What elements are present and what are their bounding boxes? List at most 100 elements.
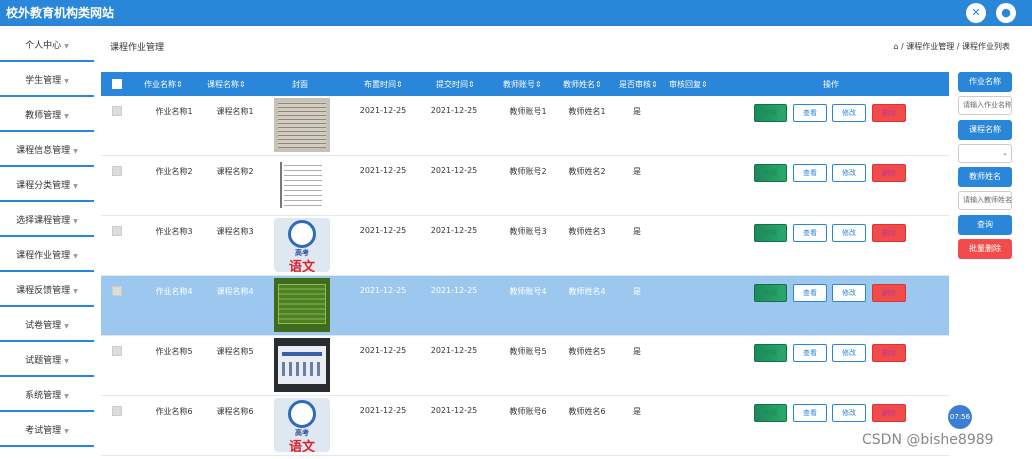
audit-button[interactable]: 审核: [754, 104, 787, 122]
edit-button[interactable]: 修改: [832, 404, 866, 422]
th-submitted-time[interactable]: 提交时间⇕: [436, 79, 475, 90]
row-checkbox[interactable]: [112, 106, 122, 116]
audit-button[interactable]: 审核: [754, 224, 787, 242]
course-name-select[interactable]: ⌄: [958, 144, 1012, 163]
th-teacher-account[interactable]: 教师账号⇕: [503, 79, 542, 90]
sidebar-item-personal-center[interactable]: 个人中心 ▼: [0, 30, 94, 62]
sidebar-item-label: 试题管理: [25, 356, 62, 366]
chevron-down-icon: ▼: [64, 113, 69, 120]
edit-button[interactable]: 修改: [832, 164, 866, 182]
view-button[interactable]: 查看: [793, 104, 827, 122]
cell-name: 教师姓名1: [568, 107, 606, 116]
cell-audit: 是: [633, 167, 641, 176]
chevron-down-icon: ▼: [73, 288, 78, 295]
edit-button[interactable]: 修改: [832, 344, 866, 362]
cell-course: 课程名称4: [216, 287, 254, 296]
cell-submitted: 2021-12-25: [430, 406, 478, 415]
cell-acct: 教师账号4: [509, 287, 547, 296]
delete-button[interactable]: 删除: [872, 104, 906, 122]
cell-assigned: 2021-12-25: [359, 106, 407, 115]
th-audit-reply[interactable]: 审核回复⇕: [669, 79, 708, 90]
table-row[interactable]: 作业名称3 课程名称3 2021-12-25 2021-12-25 教师账号3 教师姓名3…: [101, 216, 949, 276]
chevron-down-icon: ▼: [64, 428, 69, 435]
cover-image: [274, 98, 330, 152]
table-row[interactable]: 作业名称4 课程名称4 2021-12-25 2021-12-25 教师账号4 教师姓名4…: [101, 276, 949, 336]
app-title: 校外教育机构类网站: [6, 6, 115, 20]
delete-button[interactable]: 删除: [872, 284, 906, 302]
watermark: CSDN @bishe8989: [862, 432, 994, 448]
sidebar-item-students[interactable]: 学生管理 ▼: [0, 65, 94, 97]
th-actions: 操作: [823, 80, 839, 89]
th-teacher-name[interactable]: 教师姓名⇕: [563, 79, 602, 90]
sidebar-item-system[interactable]: 系统管理 ▼: [0, 380, 94, 412]
cover-image: [274, 278, 330, 332]
cell-name: 教师姓名6: [568, 407, 606, 416]
row-checkbox[interactable]: [112, 166, 122, 176]
table-row[interactable]: 作业名称6 课程名称6 2021-12-25 2021-12-25 教师账号6 教师姓名6…: [101, 396, 949, 456]
table-row[interactable]: 作业名称1 课程名称1 2021-12-25 2021-12-25 教师账号1 教师姓名1…: [101, 96, 949, 156]
cover-image: 高考 语文: [274, 398, 330, 452]
teacher-name-label: 教师姓名: [958, 167, 1012, 187]
home-icon[interactable]: ⌂: [893, 42, 898, 51]
view-button[interactable]: 查看: [793, 284, 827, 302]
audit-button[interactable]: 审核: [754, 164, 787, 182]
cell-acct: 教师账号2: [509, 167, 547, 176]
sidebar-item-questions[interactable]: 试题管理 ▼: [0, 345, 94, 377]
audit-button[interactable]: 审核: [754, 404, 787, 422]
sidebar-item-label: 课程作业管理: [16, 251, 71, 261]
chevron-down-icon: ▼: [64, 358, 69, 365]
view-button[interactable]: 查看: [793, 404, 827, 422]
row-checkbox[interactable]: [112, 346, 122, 356]
sidebar-item-course-selection[interactable]: 选择课程管理 ▼: [0, 205, 94, 237]
sidebar-item-course-info[interactable]: 课程信息管理 ▼: [0, 135, 94, 167]
homework-name-input[interactable]: 请输入作业名称: [958, 96, 1012, 115]
sidebar-item-papers[interactable]: 试卷管理 ▼: [0, 310, 94, 342]
cell-assigned: 2021-12-25: [359, 166, 407, 175]
cell-audit: 是: [633, 347, 641, 356]
sidebar-item-teachers[interactable]: 教师管理 ▼: [0, 100, 94, 132]
cell-submitted: 2021-12-25: [430, 106, 478, 115]
view-button[interactable]: 查看: [793, 224, 827, 242]
th-course-name[interactable]: 课程名称⇕: [207, 79, 246, 90]
chevron-down-icon: ▼: [64, 393, 69, 400]
edit-button[interactable]: 修改: [832, 284, 866, 302]
th-audited[interactable]: 是否审核⇕: [619, 79, 658, 90]
teacher-name-input[interactable]: 请输入教师姓名: [958, 191, 1012, 210]
audit-button[interactable]: 审核: [754, 284, 787, 302]
floating-clock[interactable]: 07:56: [948, 405, 972, 429]
user-icon[interactable]: ●: [996, 3, 1016, 23]
th-homework-name[interactable]: 作业名称⇕: [144, 79, 183, 90]
cell-name: 教师姓名5: [568, 347, 606, 356]
sidebar-item-homework[interactable]: 课程作业管理 ▼: [0, 240, 94, 272]
chevron-down-icon: ▼: [73, 253, 78, 260]
sidebar-item-exams[interactable]: 考试管理 ▼: [0, 415, 94, 447]
view-button[interactable]: 查看: [793, 164, 827, 182]
select-all-checkbox[interactable]: [112, 79, 122, 89]
table-row[interactable]: 作业名称2 课程名称2 2021-12-25 2021-12-25 教师账号2 教师姓名2…: [101, 156, 949, 216]
row-checkbox[interactable]: [112, 226, 122, 236]
cell-course: 课程名称3: [216, 227, 254, 236]
cover-image: [274, 158, 330, 212]
th-assigned-time[interactable]: 布置时间⇕: [364, 79, 403, 90]
edit-button[interactable]: 修改: [832, 224, 866, 242]
cell-name: 教师姓名3: [568, 227, 606, 236]
table-row[interactable]: 作业名称5 课程名称5 2021-12-25 2021-12-25 教师账号5 教师姓名5…: [101, 336, 949, 396]
homework-table: 作业名称⇕ 课程名称⇕ 封面 布置时间⇕ 提交时间⇕ 教师账号⇕ 教师姓名⇕ 是…: [101, 72, 949, 459]
sidebar-item-feedback[interactable]: 课程反馈管理 ▼: [0, 275, 94, 307]
search-button[interactable]: 查询: [958, 215, 1012, 235]
delete-button[interactable]: 删除: [872, 404, 906, 422]
audit-button[interactable]: 审核: [754, 344, 787, 362]
row-checkbox[interactable]: [112, 406, 122, 416]
delete-button[interactable]: 删除: [872, 344, 906, 362]
cell-submitted: 2021-12-25: [430, 166, 478, 175]
edit-button[interactable]: 修改: [832, 104, 866, 122]
sidebar-item-course-category[interactable]: 课程分类管理 ▼: [0, 170, 94, 202]
view-button[interactable]: 查看: [793, 344, 827, 362]
fullscreen-icon[interactable]: ✕: [966, 3, 986, 23]
delete-button[interactable]: 删除: [872, 224, 906, 242]
cell-audit: 是: [633, 407, 641, 416]
chevron-down-icon: ▼: [73, 183, 78, 190]
delete-button[interactable]: 删除: [872, 164, 906, 182]
row-checkbox[interactable]: [112, 286, 122, 296]
batch-delete-button[interactable]: 批量删除: [958, 239, 1012, 259]
